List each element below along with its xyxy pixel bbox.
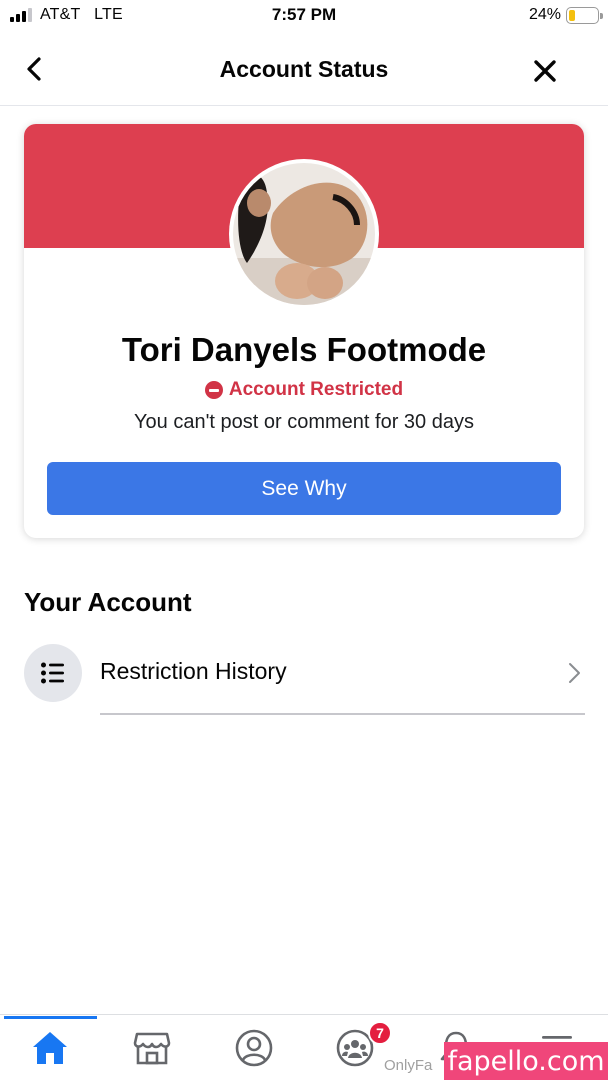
tab-home[interactable]	[29, 1027, 71, 1069]
list-icon	[41, 662, 64, 684]
your-account-heading: Your Account	[24, 587, 192, 617]
close-icon	[534, 60, 556, 82]
battery-level	[569, 10, 575, 21]
profile-name: Tori Danyels Footmode	[121, 331, 487, 368]
status-bar: AT&T LTE 7:57 PM 24%	[0, 0, 608, 32]
clock: 7:57 PM	[271, 5, 337, 24]
account-status-card: Tori Danyels Footmode Account Restricted…	[24, 124, 584, 538]
battery-percent: 24%	[528, 6, 561, 23]
restriction-detail: You can't post or comment for 30 days	[134, 411, 474, 433]
restricted-icon	[204, 381, 223, 399]
active-tab-indicator	[4, 1016, 97, 1019]
battery-icon	[566, 7, 603, 24]
row-label: Restriction History	[100, 658, 287, 684]
status-label-text: Account Restricted	[228, 379, 404, 400]
avatar	[233, 163, 375, 305]
store-icon	[133, 1032, 171, 1065]
divider	[100, 713, 585, 715]
profile-avatar-ring	[229, 159, 379, 309]
tab-profile[interactable]	[233, 1027, 275, 1069]
watermark-text: OnlyFa	[384, 1057, 433, 1074]
notification-badge: 7	[368, 1021, 392, 1045]
page-title: Account Status	[219, 56, 389, 82]
tab-marketplace[interactable]	[131, 1027, 173, 1069]
close-button[interactable]	[528, 54, 562, 88]
tab-groups[interactable]: 7	[334, 1021, 392, 1069]
see-why-button[interactable]: See Why	[47, 462, 561, 515]
chevron-right-icon	[569, 663, 580, 683]
account-status-label: Account Restricted	[24, 379, 584, 401]
watermark-logo: fapello.com	[444, 1042, 608, 1080]
home-icon	[33, 1032, 67, 1064]
restriction-history-row[interactable]: Restriction History	[0, 640, 608, 716]
profile-icon	[235, 1029, 273, 1067]
nav-bar: Account Status	[0, 36, 608, 106]
row-icon-container	[24, 644, 82, 702]
